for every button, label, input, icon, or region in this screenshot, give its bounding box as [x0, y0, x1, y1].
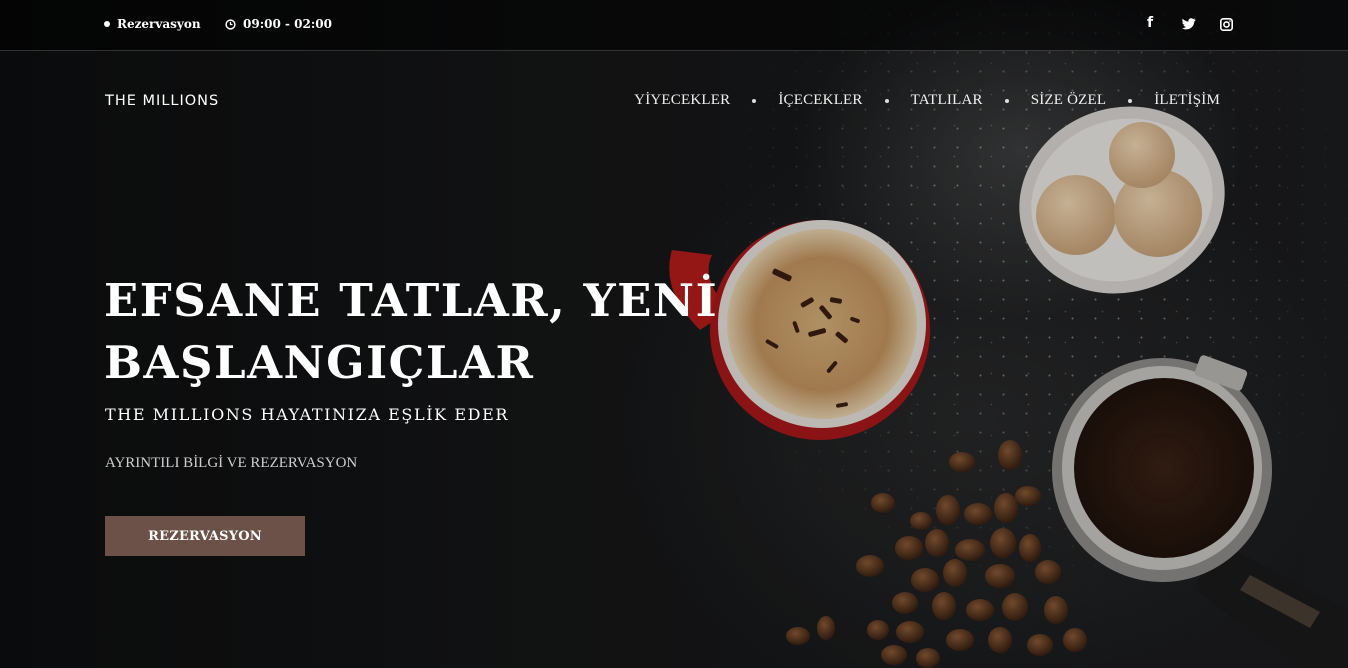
nav-separator: [884, 98, 889, 103]
reservation-label: Rezervasyon: [117, 17, 201, 31]
nav-item-tatlilar[interactable]: TATLILAR: [911, 92, 983, 109]
reservation-button[interactable]: REZERVASYON: [105, 516, 305, 556]
nav-separator: [1128, 98, 1133, 103]
nav-separator: [1004, 98, 1009, 103]
nav-item-icecekler[interactable]: İÇECEKLER: [778, 92, 862, 109]
reservation-link[interactable]: Rezervasyon: [104, 17, 201, 31]
top-info-bar: Rezervasyon 09:00 - 02:00 f: [0, 0, 1348, 51]
clock-icon: [225, 18, 236, 30]
facebook-icon[interactable]: f: [1147, 15, 1153, 31]
hero-info-text: AYRINTILI BİLGİ VE REZERVASYON: [105, 455, 358, 471]
hero-headline-line1: EFSANE TATLAR, YENİ: [104, 274, 719, 327]
nav-item-iletisim[interactable]: İLETİŞİM: [1154, 92, 1220, 109]
nav-separator: [752, 98, 757, 103]
bullet-icon: [104, 21, 110, 27]
hero-headline: EFSANE TATLAR, YENİ BAŞLANGIÇLAR: [104, 270, 718, 394]
main-navigation: YİYECEKLER İÇECEKLER TATLILAR SİZE ÖZEL …: [634, 92, 1220, 109]
nav-item-yiyecekler[interactable]: YİYECEKLER: [634, 92, 730, 109]
nav-item-size-ozel[interactable]: SİZE ÖZEL: [1031, 92, 1107, 109]
hero-headline-line2: BAŞLANGIÇLAR: [104, 336, 535, 389]
hero-subheading: THE MILLIONS HAYATINIZA EŞLİK EDER: [105, 405, 510, 424]
opening-hours: 09:00 - 02:00: [225, 17, 332, 31]
brand-logo[interactable]: THE MILLIONS: [105, 93, 219, 109]
hours-text: 09:00 - 02:00: [243, 17, 332, 31]
instagram-icon[interactable]: [1220, 18, 1233, 31]
twitter-icon[interactable]: [1182, 18, 1196, 30]
